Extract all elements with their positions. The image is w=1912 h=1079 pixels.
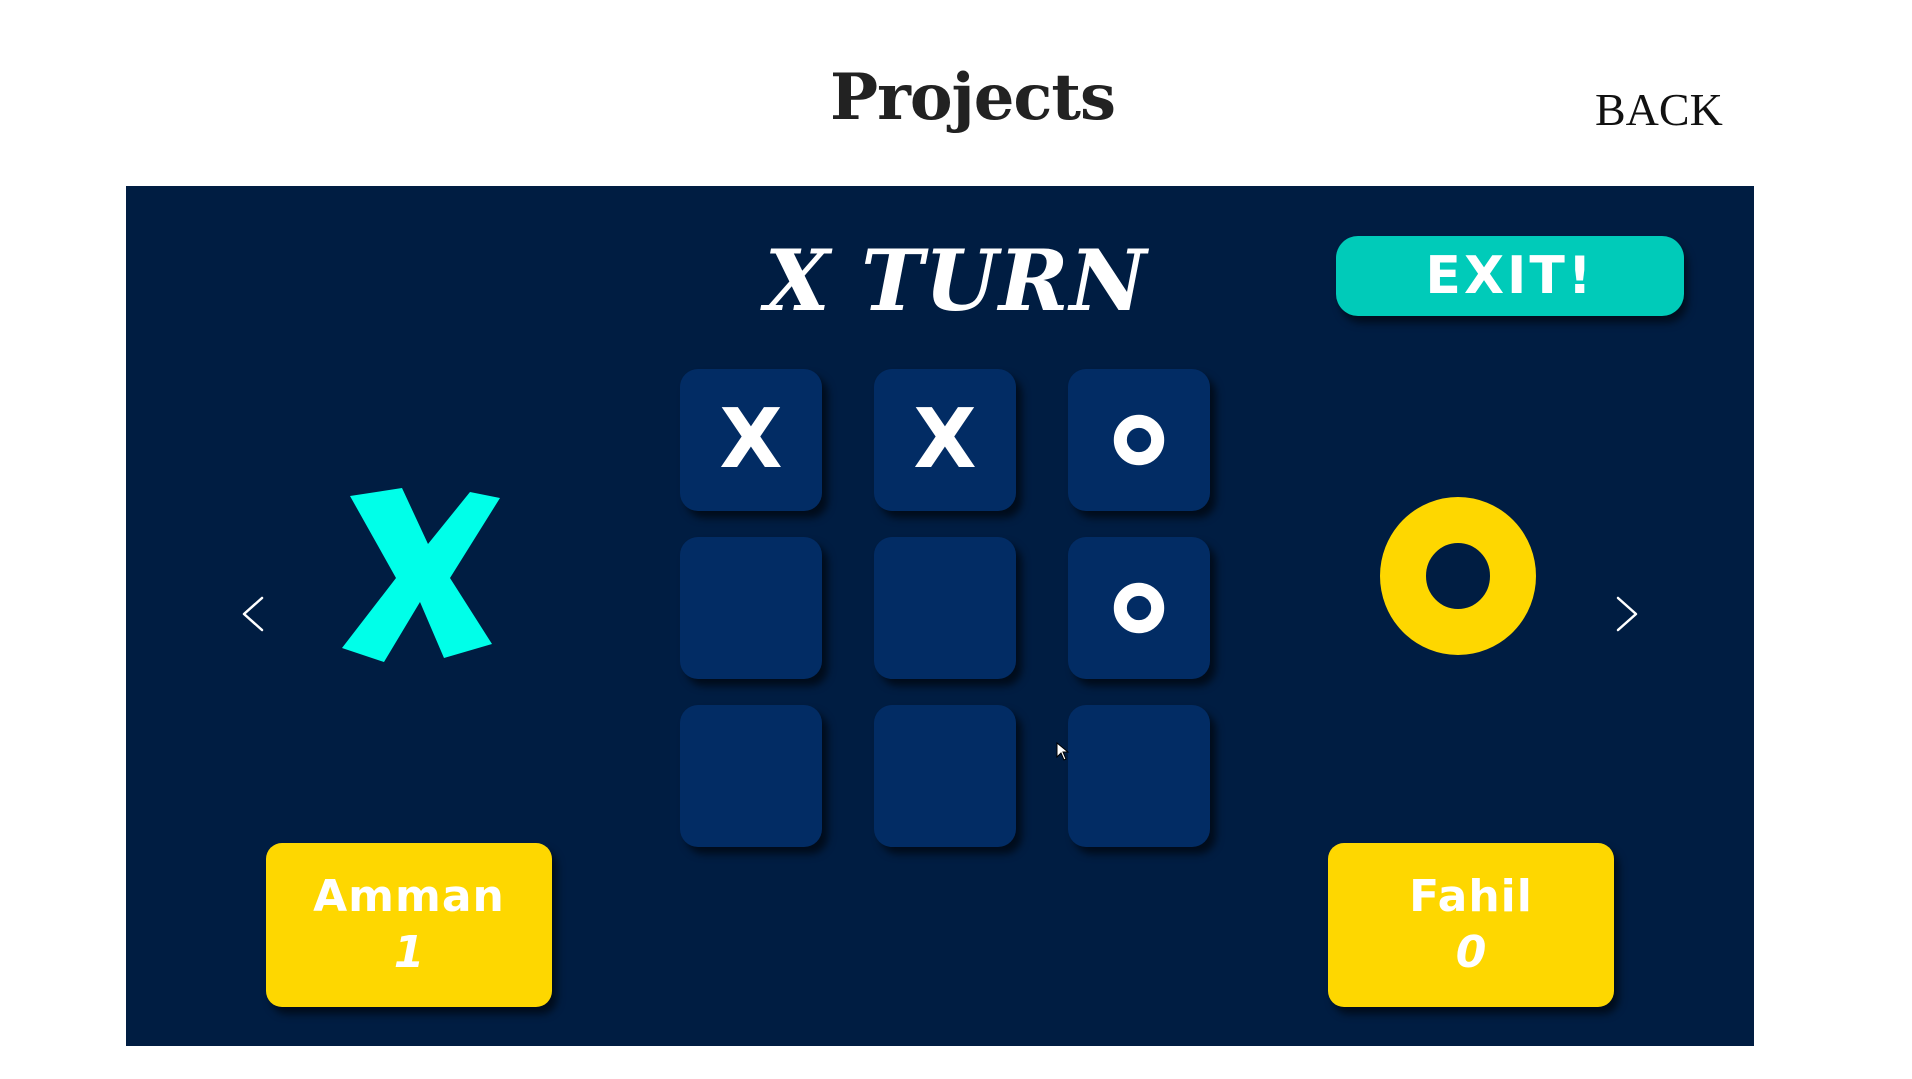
o-mark-icon	[1113, 582, 1165, 634]
exit-button[interactable]: EXIT!	[1336, 236, 1684, 316]
board-cell[interactable]: X	[680, 369, 822, 511]
board-cell[interactable]: O	[1068, 369, 1210, 511]
player-x-name: Amman	[313, 871, 505, 922]
next-arrow-button[interactable]	[1608, 584, 1648, 644]
mouse-cursor-icon	[1056, 742, 1070, 761]
o-mark-icon	[1380, 497, 1536, 655]
chevron-left-icon	[242, 596, 264, 632]
board-cell[interactable]: O	[1068, 537, 1210, 679]
player-o-name: Fahil	[1409, 871, 1533, 922]
x-mark-icon	[342, 488, 500, 662]
player-o-score-card: Fahil 0	[1328, 843, 1614, 1007]
game-board: X X O O	[680, 369, 1210, 849]
turn-indicator: X TURN	[764, 231, 1148, 330]
board-cell[interactable]: X	[874, 369, 1016, 511]
player-x-score: 1	[393, 927, 425, 978]
player-o-score: 0	[1455, 927, 1487, 978]
chevron-right-icon	[1616, 596, 1638, 632]
board-cell[interactable]	[680, 705, 822, 847]
back-link[interactable]: BACK	[1595, 82, 1723, 138]
player-x-score-card: Amman 1	[266, 843, 552, 1007]
game-frame: X TURN EXIT! X X O O	[126, 186, 1754, 1046]
board-cell[interactable]	[874, 537, 1016, 679]
board-cell[interactable]	[680, 537, 822, 679]
o-mark-icon	[1113, 414, 1165, 466]
player-x-mark	[340, 482, 510, 672]
board-cell[interactable]	[1068, 705, 1210, 847]
board-cell[interactable]	[874, 705, 1016, 847]
prev-arrow-button[interactable]	[232, 584, 272, 644]
player-o-mark	[1378, 496, 1538, 656]
